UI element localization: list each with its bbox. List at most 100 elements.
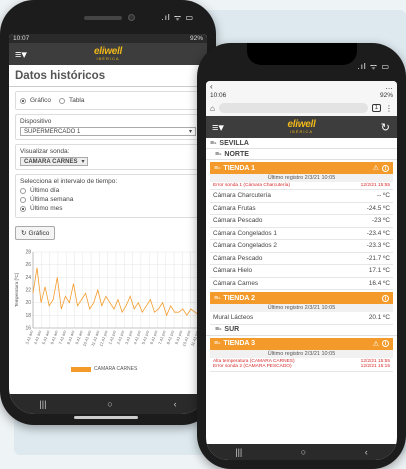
probe-row[interactable]: Cámara Carnes 16.4 ºC (210, 278, 393, 290)
probe-value: -23 ºC (372, 217, 390, 225)
back-icon[interactable]: ‹ (174, 399, 177, 409)
probe-value: 16.4 ºC (368, 279, 390, 287)
refresh-icon[interactable]: ↻ (381, 121, 390, 134)
back-arrow-icon[interactable]: ‹ (210, 82, 213, 91)
region-label: SEVILLA (219, 139, 249, 147)
interval-label-2: Último mes (30, 205, 63, 212)
region-label: SUR (224, 326, 240, 333)
home-indicator (74, 416, 138, 419)
y-tick-label: 26 (25, 262, 31, 268)
probe-row[interactable]: Cámara Frutas -24.5 ºC (210, 203, 393, 215)
temperature-chart: 3.41 am 4.41 am 5.41 am 6.41 am 7.41 am 8.41 … (13, 246, 203, 376)
probe-row[interactable]: Cámara Charcutería -- ºC (210, 190, 393, 203)
probe-value: -23.3 ºC (366, 242, 390, 250)
store-header-tienda-2[interactable]: ≡- TIENDA 2 i (210, 292, 393, 304)
phone-camera (128, 14, 135, 21)
interval-label-0: Último día (30, 187, 60, 194)
info-icon[interactable]: i (382, 340, 389, 347)
kebab-menu-icon[interactable]: ⋮ (385, 104, 393, 113)
tabs-button[interactable]: 1 (371, 104, 381, 112)
store-header-tienda-1[interactable]: ≡- TIENDA 1 ⚠ i (210, 162, 393, 174)
probe-value: -24.5 ºC (366, 204, 390, 212)
phone-notch (247, 43, 357, 65)
info-icon[interactable]: i (382, 164, 389, 172)
menu-icon[interactable]: ≡▾ (15, 48, 33, 61)
probe-label: Visualizar sonda: (20, 148, 70, 155)
browser-top: ‹ … (206, 81, 397, 91)
collapse-icon: ≡- (214, 294, 221, 302)
last-register: Último registro 2/3/21 10:05 (210, 174, 393, 182)
radio-tabla[interactable] (58, 97, 65, 104)
radio-ultimo-mes[interactable] (20, 205, 26, 212)
device-box: Dispositivo SUPERMERCADO 1 ▾ (15, 114, 201, 140)
probe-row[interactable]: Mural Lácteos 20.1 ºC (210, 312, 393, 325)
probe-row[interactable]: Cámara Pescado -21.7 ºC (210, 253, 393, 265)
radio-ultima-semana[interactable] (20, 196, 26, 203)
home-icon[interactable]: ○ (301, 447, 306, 457)
home-icon[interactable]: ⌂ (210, 104, 215, 113)
collapse-icon: ≡- (215, 326, 222, 333)
region-sevilla[interactable]: ≡- SEVILLA (206, 138, 397, 149)
more-icon[interactable]: … (385, 82, 393, 91)
y-tick-label: 20 (25, 300, 31, 306)
app-header: ≡▾ eliwell IBÉRICA (9, 43, 207, 65)
probe-name: Cámara Charcutería (213, 192, 271, 200)
probe-name: Mural Lácteos (213, 314, 254, 322)
error-date: 12/2/21 15:55 (360, 183, 390, 188)
error-text: Error sonda 1 (Cámara Charcutería) (213, 183, 291, 188)
page-title: Datos históricos (9, 65, 207, 87)
y-tick-label: 22 (25, 288, 31, 294)
info-icon[interactable]: i (382, 294, 389, 302)
eliwell-logo: eliwell IBÉRICA (287, 119, 316, 134)
recents-icon[interactable]: ||| (235, 447, 242, 457)
interval-label: Selecciona el intervalo de tiempo: (20, 178, 118, 185)
y-tick-label: 16 (25, 326, 31, 332)
probe-row[interactable]: Cámara Congelados 1 -23.4 ºC (210, 228, 393, 240)
status-time: 10:07 (13, 35, 30, 42)
menu-icon[interactable]: ≡▾ (212, 121, 230, 134)
collapse-icon: ≡- (214, 340, 221, 347)
android-nav-bar: ||| ○ ‹ (206, 444, 397, 460)
store-name: TIENDA 3 (223, 340, 256, 347)
error-text: Alta temperatura (CAMARA CARNES) (213, 358, 295, 364)
device-select[interactable]: SUPERMERCADO 1 ▾ (20, 127, 196, 136)
radio-ultimo-dia[interactable] (20, 187, 26, 194)
eliwell-logo: eliwell IBÉRICA (94, 46, 122, 61)
status-battery: 92% (379, 92, 393, 99)
radio-grafico[interactable] (20, 97, 26, 104)
chart-legend: CAMARA CARNES (71, 366, 137, 372)
last-register: Último registro 2/3/21 10:05 (210, 349, 393, 358)
right-phone: .ıl ᯤ ▭ ‹ … 10:06 92% ⌂ 1 ⋮ ≡▾ eliwell I… (197, 43, 406, 469)
probe-name: Cámara Carnes (213, 279, 259, 287)
error-date: 12/2/21 15:55 (360, 358, 390, 364)
y-tick-label: 18 (25, 313, 31, 319)
probe-row[interactable]: Cámara Hielo 17.1 ºC (210, 265, 393, 278)
probe-name: Cámara Congelados 2 (213, 242, 277, 250)
error-row: Alta temperatura (CAMARA CARNES) Error s… (210, 358, 393, 372)
url-bar[interactable] (218, 103, 368, 113)
interval-label-1: Última semana (30, 196, 74, 203)
home-icon[interactable]: ○ (107, 399, 112, 409)
device-label: Dispositivo (20, 118, 52, 125)
chart-svg: 3.41 am4.41 am5.41 am6.41 am7.41 am8.41 … (14, 250, 200, 348)
android-status-bar: 10:07 92% (9, 34, 207, 43)
store-name: TIENDA 1 (223, 164, 256, 172)
y-tick-label: 28 (25, 250, 31, 256)
android-status-bar: 10:06 92% (206, 91, 397, 100)
last-register: Último registro 2/3/21 10:05 (210, 304, 393, 312)
probe-row[interactable]: Cámara Congelados 2 -23.3 ºC (210, 240, 393, 253)
ios-status-icons: .ıl ᯤ ▭ (161, 13, 194, 22)
recents-icon[interactable]: ||| (39, 399, 46, 409)
region-norte[interactable]: ≡- NORTE (206, 149, 397, 160)
region-sur[interactable]: ≡- SUR (206, 325, 397, 336)
probe-name: Cámara Frutas (213, 204, 256, 212)
store-header-tienda-3[interactable]: ≡- TIENDA 3 ⚠ i (210, 337, 393, 350)
probe-value: -23.4 ºC (366, 229, 390, 237)
probe-select[interactable]: CAMARA CARNES ▾ (20, 157, 89, 166)
probe-name: Cámara Pescado (213, 217, 263, 225)
legend-swatch (71, 366, 91, 372)
back-icon[interactable]: ‹ (365, 447, 368, 457)
grafico-button[interactable]: ↻ Gráfico (15, 226, 56, 240)
probe-row[interactable]: Cámara Pescado -23 ºC (210, 215, 393, 228)
status-battery: 92% (189, 35, 203, 42)
